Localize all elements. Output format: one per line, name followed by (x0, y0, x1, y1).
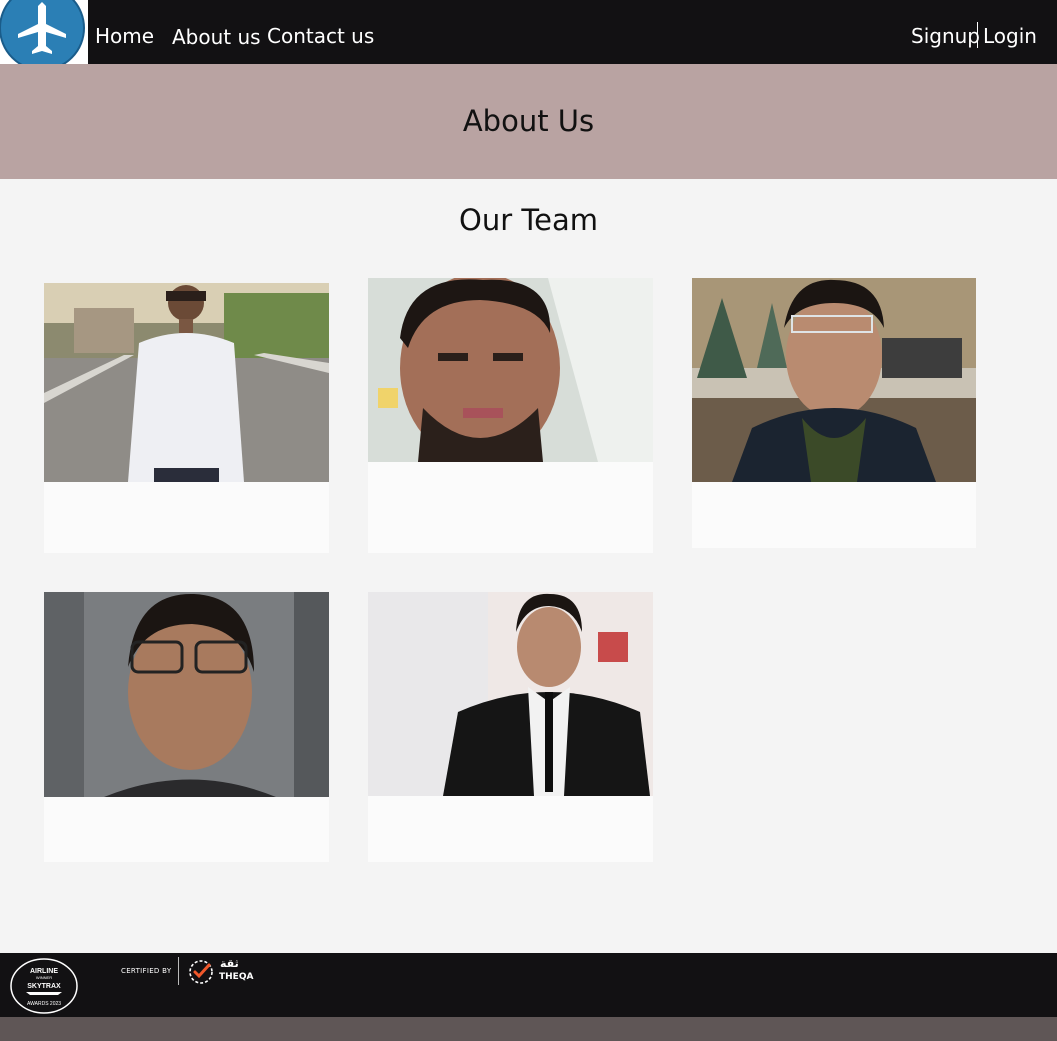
cert-divider (178, 957, 179, 985)
logo[interactable] (0, 0, 88, 64)
nav-link-contact[interactable]: Contact us (267, 24, 374, 48)
team-member-photo-4 (44, 592, 329, 797)
team-card (44, 592, 329, 862)
team-member-photo-1 (44, 283, 329, 482)
badge-line3: SKYTRAX (27, 983, 61, 990)
airplane-icon (0, 0, 85, 64)
team-member-photo-3 (692, 278, 976, 482)
team-member-photo-2 (368, 278, 653, 462)
team-card (44, 283, 329, 553)
navbar: Home About us Contact us Signup Login (0, 0, 1057, 64)
team-card (692, 278, 976, 548)
team-card (368, 278, 653, 553)
badge-line1: AIRLINE (30, 968, 58, 975)
nav-separator (977, 22, 978, 48)
badge-line2: WINNER (36, 975, 52, 980)
bottom-strip (0, 1017, 1057, 1041)
footer: AIRLINE WINNER SKYTRAX AWARDS 2023 CERTI… (0, 953, 1057, 1017)
team-heading: Our Team (459, 203, 598, 237)
page-title: About Us (462, 104, 595, 138)
nav-link-home[interactable]: Home (95, 24, 154, 48)
hero-banner: About Us (0, 64, 1057, 179)
signup-link[interactable]: Signup (911, 24, 980, 48)
skytrax-award-badge: AIRLINE WINNER SKYTRAX AWARDS 2023 (10, 958, 78, 1014)
certified-label: CERTIFIED BY (121, 967, 172, 975)
theqa-text: THEQA (219, 972, 254, 982)
theqa-arabic-text: ثقة (220, 957, 239, 970)
badge-line4: AWARDS 2023 (27, 1001, 61, 1007)
team-card (368, 592, 653, 862)
team-member-photo-5 (368, 592, 653, 796)
nav-link-about[interactable]: About us (172, 25, 261, 49)
login-link[interactable]: Login (983, 24, 1037, 48)
